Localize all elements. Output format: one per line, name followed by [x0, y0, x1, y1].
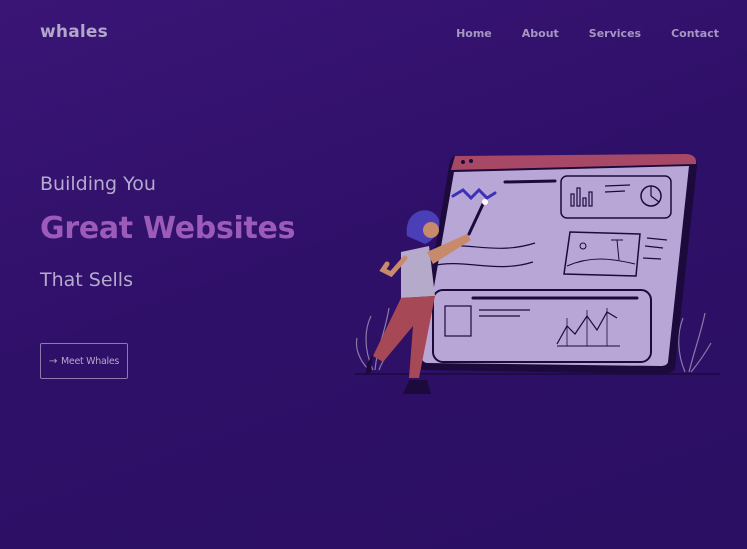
main-nav: Home About Services Contact: [456, 27, 719, 40]
meet-whales-label: Meet Whales: [61, 355, 120, 367]
nav-home-link[interactable]: Home: [456, 27, 492, 40]
site-logo[interactable]: whales: [40, 22, 108, 42]
hero-illustration: [355, 154, 720, 394]
hero-subtitle-bottom: That Sells: [40, 269, 133, 291]
nav-contact-link[interactable]: Contact: [671, 27, 719, 40]
plant-right-icon: [678, 312, 712, 373]
hero-headline: Great Websites: [40, 211, 296, 246]
meet-whales-button[interactable]: → Meet Whales: [40, 343, 128, 379]
arrow-right-icon: →: [48, 355, 58, 367]
nav-services-link[interactable]: Services: [589, 27, 641, 40]
hero-subtitle-top: Building You: [40, 173, 156, 195]
nav-about-link[interactable]: About: [522, 27, 559, 40]
